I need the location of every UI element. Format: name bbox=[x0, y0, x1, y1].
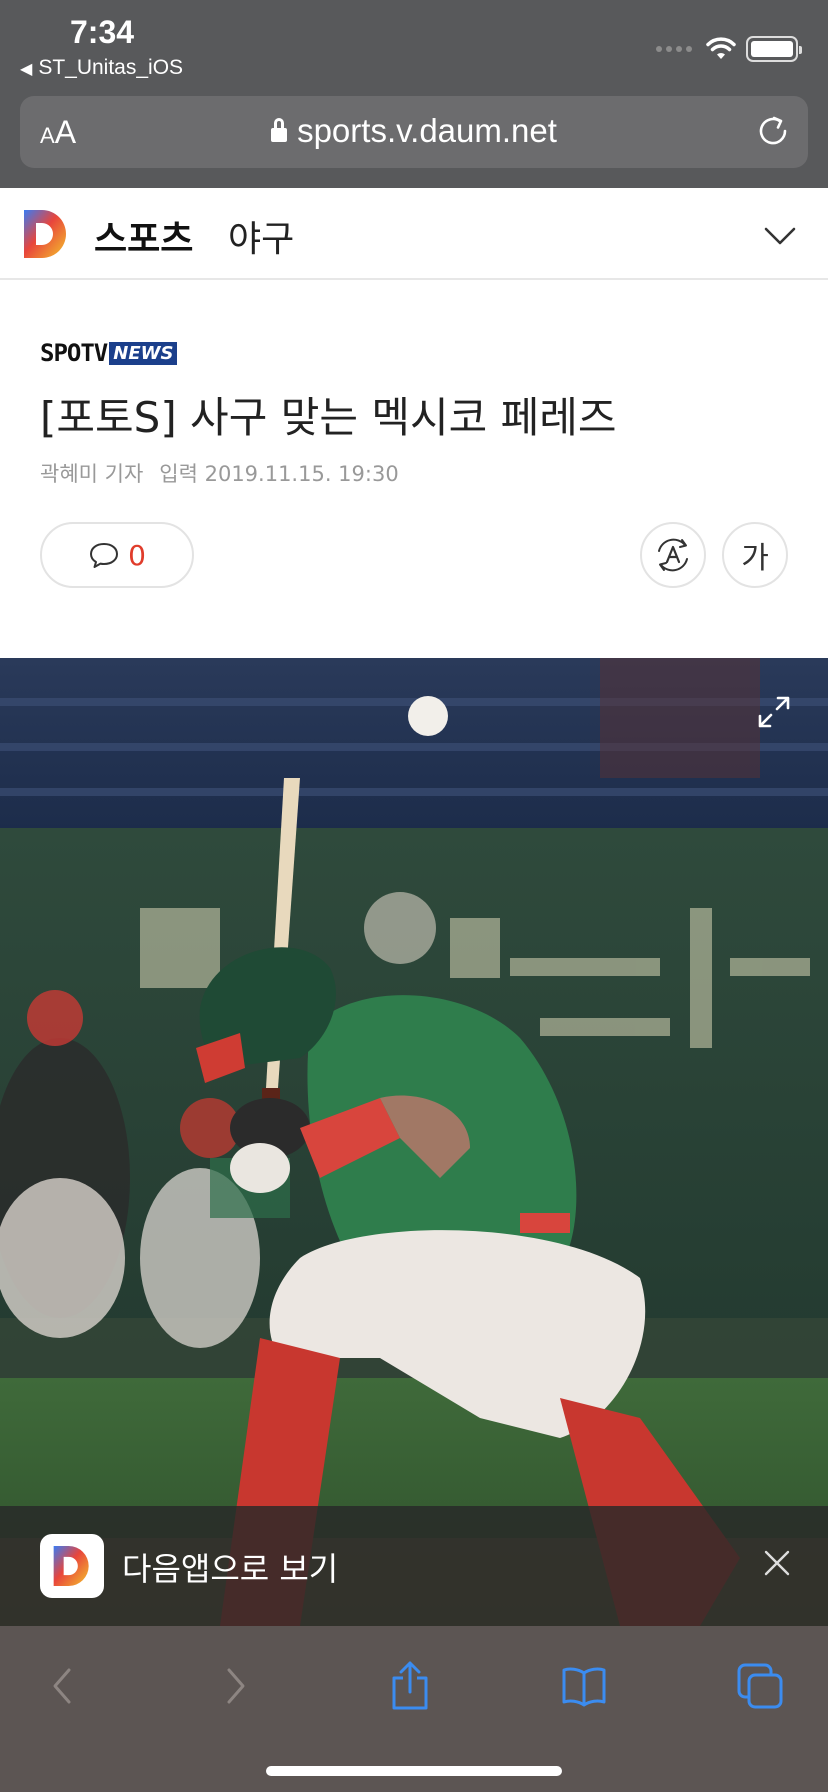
article-byline: 곽혜미 기자 입력 2019.11.15. 19:30 bbox=[40, 458, 399, 488]
daum-logo[interactable] bbox=[22, 208, 70, 260]
comment-count: 0 bbox=[128, 538, 146, 572]
bookmarks-button[interactable] bbox=[554, 1656, 614, 1716]
article-headline: [포토S] 사구 맞는 멕시코 페레즈 bbox=[40, 393, 617, 442]
publisher-logo: SPOTV NEWS bbox=[40, 339, 178, 367]
browser-chrome: 7:34 ◀ ST_Unitas_iOS AA sports.v.daum.net bbox=[0, 0, 828, 188]
url-display[interactable]: sports.v.daum.net bbox=[20, 112, 808, 150]
bookmarks-icon bbox=[562, 1667, 606, 1707]
reload-icon[interactable] bbox=[754, 112, 792, 150]
back-icon bbox=[53, 1668, 71, 1704]
signal-icon bbox=[656, 46, 692, 52]
forward-button[interactable] bbox=[206, 1656, 266, 1716]
home-indicator[interactable] bbox=[266, 1766, 562, 1776]
back-app-label: ST_Unitas_iOS bbox=[38, 56, 184, 79]
comment-button[interactable]: 0 bbox=[40, 522, 194, 588]
daum-app-logo bbox=[53, 1546, 89, 1586]
status-indicators bbox=[656, 36, 802, 62]
back-to-app-link[interactable]: ◀ ST_Unitas_iOS bbox=[20, 56, 183, 80]
url-bar[interactable]: AA sports.v.daum.net bbox=[20, 96, 808, 168]
subsection-title[interactable]: 야구 bbox=[228, 210, 294, 262]
wifi-icon bbox=[706, 37, 736, 59]
reporter-name: 곽혜미 기자 bbox=[40, 462, 144, 486]
share-button[interactable] bbox=[380, 1656, 440, 1716]
publish-date: 입력 2019.11.15. 19:30 bbox=[159, 462, 399, 486]
back-button[interactable] bbox=[32, 1656, 92, 1716]
close-icon[interactable] bbox=[762, 1548, 792, 1578]
translate-icon bbox=[658, 538, 688, 572]
tabs-icon bbox=[737, 1663, 783, 1709]
chevron-down-icon[interactable] bbox=[762, 218, 798, 254]
share-icon bbox=[392, 1661, 428, 1710]
url-text: sports.v.daum.net bbox=[297, 112, 557, 149]
open-in-app-text[interactable]: 다음앱으로 보기 bbox=[122, 1544, 338, 1590]
lock-icon bbox=[271, 118, 288, 142]
tabs-button[interactable] bbox=[730, 1656, 790, 1716]
font-size-button[interactable]: 가 bbox=[722, 522, 788, 588]
translate-button[interactable] bbox=[640, 522, 706, 588]
status-time: 7:34 bbox=[70, 14, 135, 50]
forward-icon bbox=[227, 1668, 245, 1704]
daum-header: 스포츠 야구 bbox=[0, 188, 828, 280]
back-triangle-icon: ◀ bbox=[20, 61, 33, 78]
battery-icon bbox=[746, 36, 802, 62]
daum-app-icon bbox=[40, 1534, 104, 1598]
expand-icon[interactable] bbox=[756, 694, 792, 730]
publisher-logo-spo: SPOTV bbox=[40, 339, 108, 367]
open-in-app-banner[interactable]: 다음앱으로 보기 bbox=[0, 1506, 828, 1626]
article-photo[interactable] bbox=[0, 658, 828, 1626]
baseball-photo bbox=[0, 658, 828, 1626]
font-size-label: 가 bbox=[741, 541, 769, 576]
section-title[interactable]: 스포츠 bbox=[94, 210, 193, 262]
publisher-logo-news: NEWS bbox=[109, 341, 178, 365]
comment-icon bbox=[90, 543, 119, 568]
